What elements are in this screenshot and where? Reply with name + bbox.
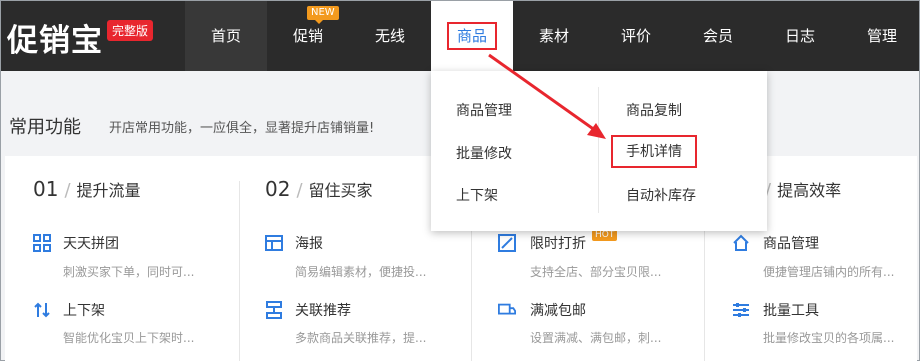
nav-logs[interactable]: 日志 bbox=[759, 1, 841, 71]
nav-products[interactable]: 商品 bbox=[431, 1, 513, 71]
section-title: 常用功能 bbox=[9, 117, 81, 138]
feature-poster[interactable]: 海报 bbox=[295, 233, 323, 253]
nav-label: 促销 bbox=[292, 27, 323, 45]
hot-badge: HOT bbox=[592, 230, 618, 241]
menu-item-product-manage[interactable]: 商品管理 bbox=[456, 100, 512, 120]
feature-desc: 简易编辑素材，便捷投... bbox=[295, 265, 427, 279]
feature-desc: 支持全店、部分宝贝限... bbox=[530, 265, 662, 279]
nav-label: 无线 bbox=[374, 27, 405, 45]
nav-label: 日志 bbox=[784, 27, 815, 45]
feature-free-shipping[interactable]: 满减包邮 bbox=[530, 300, 586, 320]
menu-item-shelf[interactable]: 上下架 bbox=[456, 185, 498, 205]
feature-desc: 智能优化宝贝上下架时... bbox=[63, 331, 195, 345]
edition-badge: 完整版 bbox=[107, 20, 154, 41]
nav-label: 商品 bbox=[446, 22, 497, 50]
feature-desc: 设置满减、满包邮，刺... bbox=[530, 331, 662, 345]
feature-desc: 刺激买家下单，同时可... bbox=[63, 265, 195, 279]
menu-item-product-copy[interactable]: 商品复制 bbox=[626, 100, 682, 120]
feature-flash-discount[interactable]: 限时打折 bbox=[530, 233, 586, 253]
up-down-arrows-icon bbox=[34, 302, 50, 318]
nav-label: 评价 bbox=[620, 27, 651, 45]
column-title-traffic: 01/提升流量 bbox=[33, 177, 141, 201]
nav-label: 素材 bbox=[538, 27, 569, 45]
column-number: 02 bbox=[265, 177, 291, 201]
feature-related-recommend[interactable]: 关联推荐 bbox=[295, 300, 351, 320]
column-divider bbox=[239, 181, 240, 361]
column-title-efficiency: / 提高效率 bbox=[765, 180, 842, 201]
grid-icon bbox=[33, 234, 51, 252]
column-number: 01 bbox=[33, 177, 59, 201]
section-subtitle: 开店常用功能，一应俱全，显著提升店铺销量! bbox=[109, 121, 375, 136]
menu-item-mobile-detail[interactable]: 手机详情 bbox=[611, 135, 697, 168]
sliders-icon bbox=[733, 303, 749, 317]
nav-members[interactable]: 会员 bbox=[677, 1, 759, 71]
products-dropdown-menu: 商品管理 批量修改 上下架 商品复制 手机详情 自动补库存 bbox=[431, 71, 767, 231]
feature-tiantian-pintuan[interactable]: 天天拼团 bbox=[63, 233, 119, 253]
nav-label: 会员 bbox=[702, 27, 733, 45]
nav-wireless[interactable]: 无线 bbox=[349, 1, 431, 71]
feature-product-manage[interactable]: 商品管理 bbox=[763, 233, 819, 253]
delivery-truck-icon bbox=[498, 303, 516, 315]
menu-item-bulk-edit[interactable]: 批量修改 bbox=[456, 143, 512, 163]
column-title-retain: 02/留住买家 bbox=[265, 177, 373, 201]
dropdown-divider bbox=[598, 87, 599, 213]
discount-icon bbox=[498, 234, 516, 252]
nav-reviews[interactable]: 评价 bbox=[595, 1, 677, 71]
column-heading: 留住买家 bbox=[308, 181, 373, 200]
new-badge: NEW bbox=[307, 6, 339, 24]
nav-home[interactable]: 首页 bbox=[185, 1, 267, 71]
layout-icon bbox=[265, 235, 283, 251]
column-heading: 提升流量 bbox=[76, 181, 141, 200]
nav-materials[interactable]: 素材 bbox=[513, 1, 595, 71]
feature-desc: 批量修改宝贝的各项属... bbox=[763, 331, 895, 345]
brand-logo[interactable]: 促销宝 bbox=[7, 15, 103, 60]
feature-desc: 便捷管理店铺内的所有... bbox=[763, 265, 895, 279]
menu-item-auto-restock[interactable]: 自动补库存 bbox=[626, 185, 696, 205]
link-recommend-icon bbox=[266, 301, 282, 319]
feature-desc: 多款商品关联推荐，提... bbox=[295, 331, 427, 345]
feature-bulk-tools[interactable]: 批量工具 bbox=[763, 300, 819, 320]
nav-label: 首页 bbox=[210, 27, 241, 45]
nav-manage[interactable]: 管理 bbox=[841, 1, 920, 71]
nav-label: 管理 bbox=[866, 27, 897, 45]
column-heading: 提高效率 bbox=[777, 181, 842, 200]
feature-shelf-schedule[interactable]: 上下架 bbox=[63, 300, 105, 320]
home-edit-icon bbox=[733, 234, 749, 251]
